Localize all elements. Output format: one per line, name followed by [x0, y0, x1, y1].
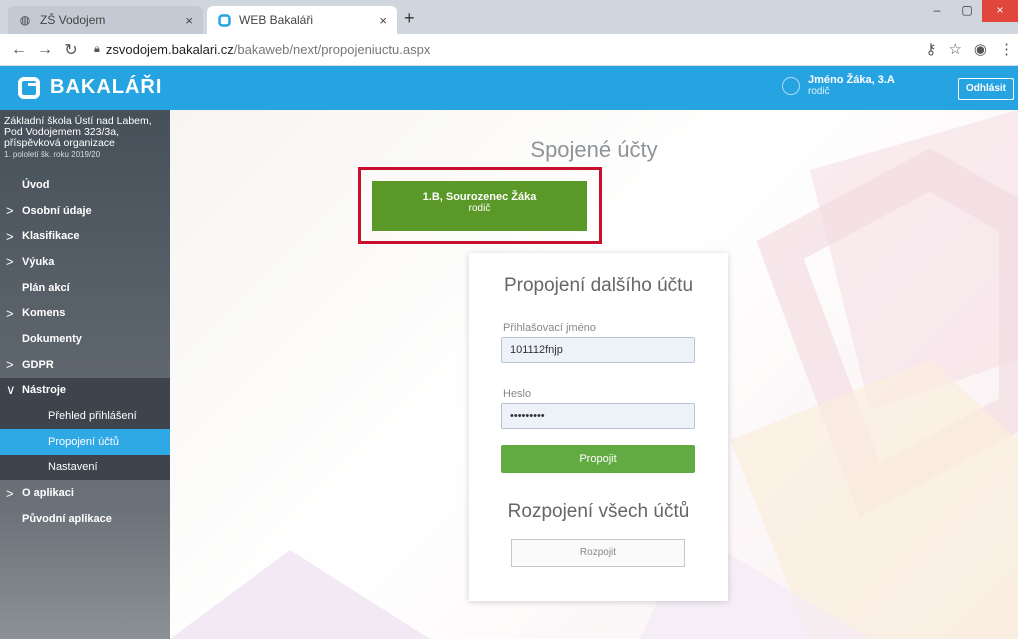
sidebar-item-o-aplikaci[interactable]: > O aplikaci [0, 480, 170, 506]
sidebar-item-label: Přehled přihlášení [48, 410, 137, 423]
tab-close-icon[interactable]: × [185, 13, 193, 28]
linked-account-tile[interactable]: 1.B, Sourozenec Žáka rodič [372, 181, 587, 231]
minimize-button[interactable]: – [922, 0, 952, 22]
unlink-heading: Rozpojení všech účtů [507, 501, 690, 522]
bakalari-logo-icon [18, 76, 40, 99]
tab-label: ZŠ Vodojem [40, 13, 106, 27]
linked-account-role: rodič [468, 203, 491, 214]
sidebar-item-prehled-prihlaseni[interactable]: Přehled přihlášení [0, 403, 170, 429]
password-input[interactable]: ••••••••• [501, 403, 695, 429]
back-icon[interactable]: ← [6, 41, 32, 59]
sidebar-item-osobni-udaje[interactable]: > Osobní údaje [0, 198, 170, 224]
password-label: Heslo [503, 388, 532, 400]
globe-icon: ◍ [19, 13, 31, 27]
chevron-right-icon: > [6, 228, 14, 244]
tab-close-icon[interactable]: × [379, 13, 387, 28]
sidebar-item-puvodni-aplikace[interactable]: Původní aplikace [0, 506, 170, 532]
page-title: Spojené účty [530, 137, 658, 162]
app-logo[interactable]: BAKALÁŘI [18, 76, 162, 99]
maximize-button[interactable]: ▢ [952, 0, 982, 22]
logout-button[interactable]: Odhlásit [958, 78, 1014, 100]
chevron-right-icon: > [6, 485, 14, 501]
chevron-right-icon: > [6, 203, 14, 219]
link-account-card: Propojení dalšího účtu Přihlašovací jmén… [469, 253, 728, 601]
chevron-right-icon: > [6, 357, 14, 373]
account-icon[interactable]: ◉ [974, 40, 987, 58]
sidebar-item-label: Výuka [22, 255, 55, 268]
chevron-down-icon: ∨ [6, 382, 16, 398]
sidebar-item-komens[interactable]: > Komens [0, 300, 170, 326]
sidebar-item-label: Nastavení [48, 461, 98, 474]
link-button[interactable]: Propojit [501, 445, 695, 473]
tab-zs-vodojem[interactable]: ◍ ZŠ Vodojem × [8, 6, 203, 34]
tab-label: WEB Bakaláři [239, 13, 314, 27]
sidebar-item-nastaveni[interactable]: Nastavení [0, 454, 170, 481]
sidebar-menu: Úvod > Osobní údaje > Klasifikace > Výuka P… [0, 172, 170, 532]
main-content: Spojené účty 1.B, Sourozenec Žáka rodič … [170, 110, 1018, 639]
sidebar-item-label: GDPR [22, 358, 54, 371]
user-icon [782, 76, 800, 95]
user-name: Jméno Žáka, 3.A [808, 74, 895, 86]
url-host: zsvodojem.bakalari.cz [105, 42, 234, 57]
sidebar-item-label: Dokumenty [22, 332, 82, 345]
chevron-right-icon: > [6, 305, 14, 321]
sidebar-item-label: Propojení účtů [48, 435, 119, 448]
bakalari-favicon-icon [217, 13, 231, 27]
url-path: /bakaweb/next/propojeniuctu.aspx [233, 42, 431, 57]
key-icon[interactable]: ⚷ [925, 40, 936, 58]
app-name: BAKALÁŘI [50, 76, 163, 98]
linked-account-name: 1.B, Sourozenec Žáka [422, 191, 537, 203]
sidebar-item-label: Osobní údaje [22, 204, 92, 217]
window-close-button[interactable]: × [982, 0, 1018, 22]
app-header: BAKALÁŘI Jméno Žáka, 3.A rodič Odhlásit [0, 66, 1018, 110]
sidebar-item-nastroje[interactable]: ∨ Nástroje [0, 377, 170, 404]
sidebar-item-uvod[interactable]: Úvod [0, 172, 170, 198]
school-name-line: příspěvková organizace [4, 137, 115, 149]
new-tab-button[interactable]: + [404, 8, 415, 29]
sidebar-item-label: Původní aplikace [22, 512, 112, 525]
browser-tab-bar: ◍ ZŠ Vodojem × WEB Bakaláři × + – ▢ × [0, 0, 1018, 34]
reload-icon[interactable]: ↻ [58, 40, 84, 60]
unlink-button[interactable]: Rozpojit [511, 539, 685, 567]
sidebar-item-propojeni-uctu[interactable]: Propojení účtů [0, 428, 170, 455]
address-bar: ← → ↻ 🔒︎ zsvodojem.bakalari.cz/bakaweb/n… [0, 34, 1018, 66]
sidebar-item-label: Plán akcí [22, 281, 70, 294]
address-bar-actions: ⚷ ☆ ◉ ⋮ [925, 40, 1014, 58]
sidebar-item-label: Úvod [22, 178, 50, 191]
sidebar-item-plan-akci[interactable]: Plán akcí [0, 275, 170, 301]
chevron-right-icon: > [6, 254, 14, 270]
sidebar-item-klasifikace[interactable]: > Klasifikace [0, 223, 170, 249]
sidebar-item-label: Komens [22, 307, 66, 320]
sidebar-item-gdpr[interactable]: > GDPR [0, 352, 170, 378]
star-icon[interactable]: ☆ [948, 40, 961, 58]
user-role: rodič [808, 86, 830, 97]
window-controls: – ▢ × [922, 0, 1018, 22]
sidebar-item-dokumenty[interactable]: Dokumenty [0, 326, 170, 352]
school-info: Základní škola Ústí nad Labem, Pod Vodoj… [0, 110, 170, 172]
sidebar-item-vyuka[interactable]: > Výuka [0, 249, 170, 275]
user-info: Jméno Žáka, 3.A rodič [782, 74, 895, 97]
url-field[interactable]: zsvodojem.bakalari.cz/bakaweb/next/propo… [106, 42, 430, 57]
link-form-heading: Propojení dalšího účtu [503, 275, 694, 296]
username-input[interactable]: 101112fnjp [501, 337, 695, 363]
sidebar-item-label: O aplikaci [22, 487, 74, 500]
school-term: 1. pololetí šk. roku 2019/20 [4, 150, 101, 159]
username-label: Přihlašovací jméno [503, 322, 596, 334]
menu-dots-icon[interactable]: ⋮ [999, 40, 1014, 58]
forward-icon[interactable]: → [32, 41, 58, 59]
sidebar-item-label: Nástroje [22, 384, 67, 397]
tab-web-bakalari[interactable]: WEB Bakaláři × [207, 6, 397, 34]
sidebar-item-label: Klasifikace [22, 230, 80, 243]
lock-icon[interactable]: 🔒︎ [94, 43, 100, 56]
sidebar: Základní škola Ústí nad Labem, Pod Vodoj… [0, 110, 170, 639]
